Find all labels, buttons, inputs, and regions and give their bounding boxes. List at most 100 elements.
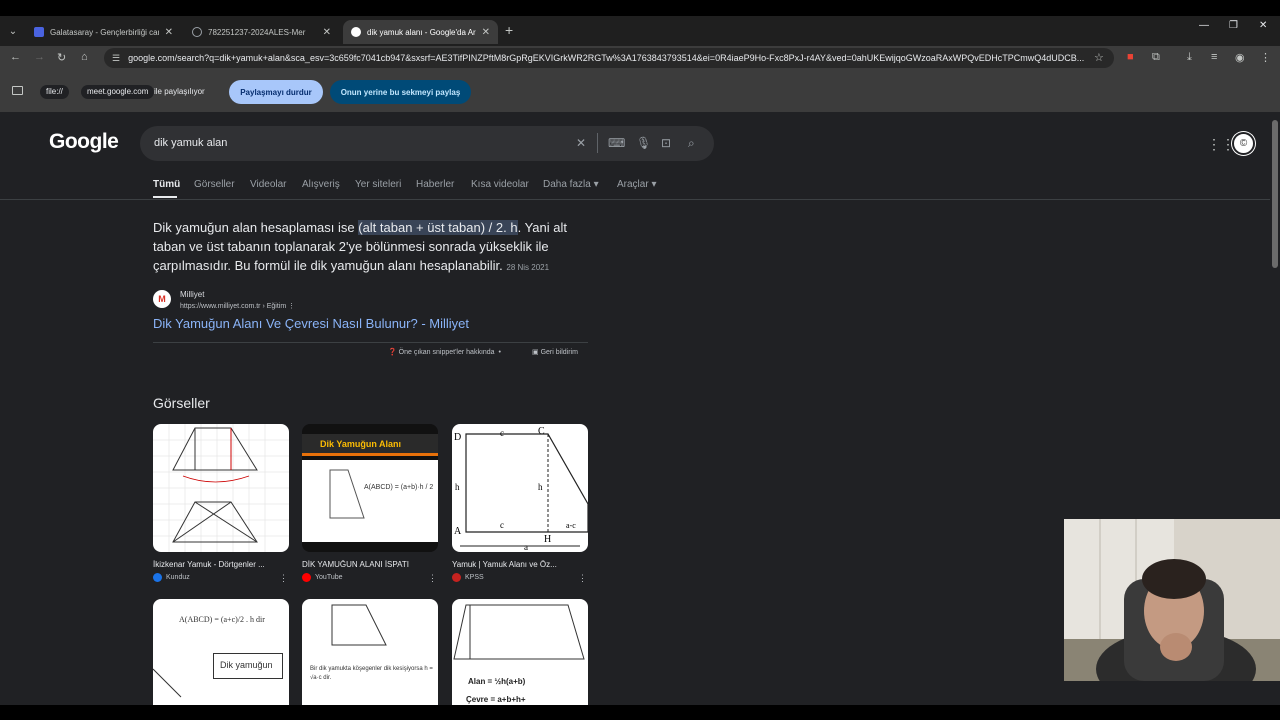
source-name[interactable]: Milliyet (180, 290, 204, 299)
dropdown-icon: ▾ (651, 179, 657, 190)
reload-icon[interactable]: ↻ (57, 51, 66, 64)
share-this-tab-button[interactable]: Onun yerine bu sekmeyi paylaş (330, 80, 471, 104)
lens-icon[interactable]: ⊡ (661, 136, 671, 150)
trapezoid-diagram-icon (331, 604, 387, 646)
microphone-icon[interactable]: 🎙 (636, 136, 651, 150)
tab-close-icon[interactable]: ✕ (323, 27, 331, 38)
image-title[interactable]: İkizkenar Yamuk - Dörtgenler ... (153, 560, 289, 569)
new-tab-icon[interactable]: + (505, 22, 513, 38)
screen-top-bar (0, 0, 1280, 16)
kpss-favicon-icon (452, 573, 461, 582)
search-input[interactable]: dik yamuk alan (140, 126, 714, 161)
extensions-icon[interactable]: ⧉ (1152, 51, 1160, 64)
trapezoid-diagram-icon (153, 424, 289, 552)
svg-text:C: C (538, 426, 545, 437)
source-url[interactable]: https://www.milliyet.com.tr › Eğitim ⋮ (180, 302, 295, 310)
address-bar[interactable]: ☰ google.com/search?q=dik+yamuk+alan&sca… (104, 48, 1114, 68)
site-info-icon[interactable]: ☰ (112, 53, 120, 64)
scrollbar-thumb[interactable] (1272, 120, 1278, 268)
minimize-icon[interactable]: — (1199, 20, 1209, 31)
image-result-4[interactable]: A(ABCD) = (a+c)/2 . h dir Dik yamuğun (153, 599, 289, 705)
snippet-date: 28 Nis 2021 (506, 263, 550, 272)
share-status-text: ile paylaşılıyor (154, 87, 205, 96)
forward-icon[interactable]: → (34, 51, 45, 63)
thumbnail-perimeter-formula: Çevre = a+b+h+ (466, 695, 526, 704)
tab-close-icon[interactable]: ✕ (482, 27, 490, 38)
home-icon[interactable]: ⌂ (81, 51, 88, 63)
svg-text:c: c (500, 428, 504, 438)
restore-icon[interactable]: ❐ (1229, 20, 1238, 31)
more-options-icon[interactable]: ⋮ (279, 573, 288, 584)
clear-icon[interactable]: ✕ (576, 136, 586, 150)
address-url: google.com/search?q=dik+yamuk+alan&sca_e… (128, 53, 1085, 63)
person-video-icon (1064, 519, 1280, 681)
tab-favicon-icon (34, 27, 44, 37)
tab-title: Galatasaray - Gençlerbirliği can (50, 27, 159, 37)
apps-grid-icon[interactable]: ⋮⋮ (1207, 136, 1235, 153)
tab-close-icon[interactable]: ✕ (165, 27, 173, 38)
tab-places[interactable]: Yer siteleri (355, 179, 401, 190)
image-source[interactable]: Kunduz (153, 573, 190, 582)
image-title[interactable]: Yamuk | Yamuk Alanı ve Öz... (452, 560, 588, 569)
avatar[interactable]: © (1232, 132, 1255, 155)
tab-shopping[interactable]: Alışveriş (302, 179, 340, 190)
image-result-2[interactable]: Dik Yamuğun Alanı A(ABCD) = (a+b)·h / 2 (302, 424, 438, 552)
bookmark-star-icon[interactable]: ☆ (1094, 51, 1104, 64)
svg-text:A: A (454, 526, 462, 537)
tab-ales-pdf[interactable]: 782251237-2024ALES-Mer ✕ (184, 20, 339, 44)
media-icon[interactable]: ≡ (1211, 51, 1217, 63)
image-source[interactable]: YouTube (302, 573, 343, 582)
milliyet-logo-icon[interactable]: M (153, 290, 171, 308)
more-options-icon[interactable]: ⋮ (578, 573, 587, 584)
thumbnail-body: A(ABCD) = (a+b)·h / 2 (302, 460, 438, 542)
image-result-3[interactable]: D C c h h A c H a-c a (452, 424, 588, 552)
tab-search-icon[interactable]: ⌄ (4, 22, 22, 40)
more-options-icon[interactable]: ⋮ (428, 573, 437, 584)
image-source-label: Kunduz (166, 574, 190, 581)
google-logo[interactable]: Google (49, 130, 119, 154)
back-icon[interactable]: ← (10, 51, 21, 63)
svg-text:h: h (538, 482, 543, 492)
active-tab-underline (153, 196, 177, 198)
image-title[interactable]: DİK YAMUĞUN ALANI İSPATI (302, 560, 438, 569)
snippet-text-pre: Dik yamuğun alan hesaplaması ise (153, 220, 359, 235)
tab-tools[interactable]: Araçlar ▾ (617, 179, 657, 190)
svg-text:c: c (500, 520, 504, 530)
tab-google-search[interactable]: dik yamuk alanı - Google'da Ara ✕ (343, 20, 498, 44)
images-heading: Görseller (153, 395, 210, 411)
image-result-5[interactable]: Bir dik yamukta köşegenler dik kesişiyor… (302, 599, 438, 705)
tab-galatasaray[interactable]: Galatasaray - Gençlerbirliği can ✕ (26, 20, 181, 44)
featured-snippet: Dik yamuğun alan hesaplaması ise (alt ta… (153, 218, 593, 277)
tab-all[interactable]: Tümü (153, 179, 180, 190)
image-source[interactable]: KPSS (452, 573, 484, 582)
download-icon[interactable]: ⤓ (1187, 51, 1192, 64)
search-icon[interactable]: ⌕ (688, 136, 695, 151)
profile-icon[interactable]: ◉ (1235, 51, 1245, 64)
thumbnail-title: Dik Yamuğun Alanı (320, 439, 402, 449)
featured-snippet-about[interactable]: ❓ Öne çıkan snippet'ler hakkında • (388, 348, 501, 356)
tab-short-videos[interactable]: Kısa videolar (471, 179, 529, 190)
result-link[interactable]: Dik Yamuğun Alanı Ve Çevresi Nasıl Bulun… (153, 316, 469, 331)
tab-more[interactable]: Daha fazla ▾ (543, 179, 599, 190)
image-result-1[interactable] (153, 424, 289, 552)
more-options-icon[interactable]: ⋮ (288, 303, 295, 310)
image-result-6[interactable]: Alan = ½h(a+b) Çevre = a+b+h+ (452, 599, 588, 705)
svg-text:h: h (455, 482, 460, 492)
menu-icon[interactable]: ⋮ (1260, 51, 1271, 64)
stop-sharing-button[interactable]: Paylaşmayı durdur (229, 80, 323, 104)
line-icon (153, 668, 182, 698)
svg-text:D: D (454, 432, 461, 443)
feedback-label: Geri bildirim (540, 349, 578, 356)
feedback-link[interactable]: ▣ Geri bildirim (532, 348, 578, 356)
extension-record-icon[interactable]: ■ (1127, 51, 1134, 63)
tab-images[interactable]: Görseller (194, 179, 235, 190)
google-favicon-icon (351, 27, 361, 37)
tab-videos[interactable]: Videolar (250, 179, 287, 190)
source-url-text: https://www.milliyet.com.tr › Eğitim (180, 303, 287, 310)
tab-title: 782251237-2024ALES-Mer (208, 27, 306, 37)
feedback-icon: ▣ (532, 349, 539, 356)
keyboard-icon[interactable]: ⌨ (608, 136, 625, 150)
window-close-icon[interactable]: ✕ (1259, 20, 1267, 31)
tab-news[interactable]: Haberler (416, 179, 454, 190)
help-icon: ❓ (388, 349, 397, 356)
